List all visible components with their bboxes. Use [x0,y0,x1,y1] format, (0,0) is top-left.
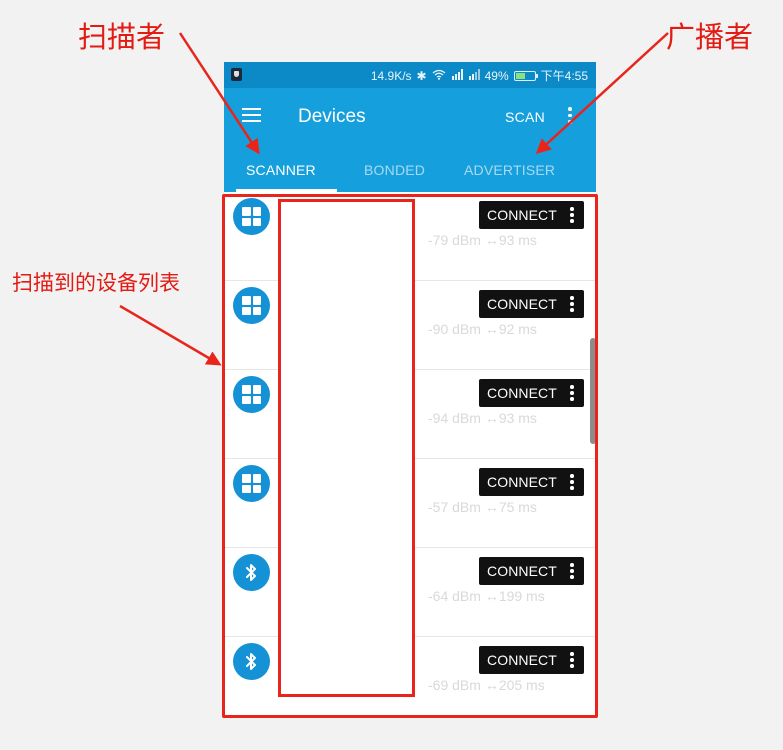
arrow-device-list [119,304,222,366]
arrow-scanner [178,32,260,155]
annotation-arrows [119,32,669,366]
arrow-advertiser [535,32,669,155]
